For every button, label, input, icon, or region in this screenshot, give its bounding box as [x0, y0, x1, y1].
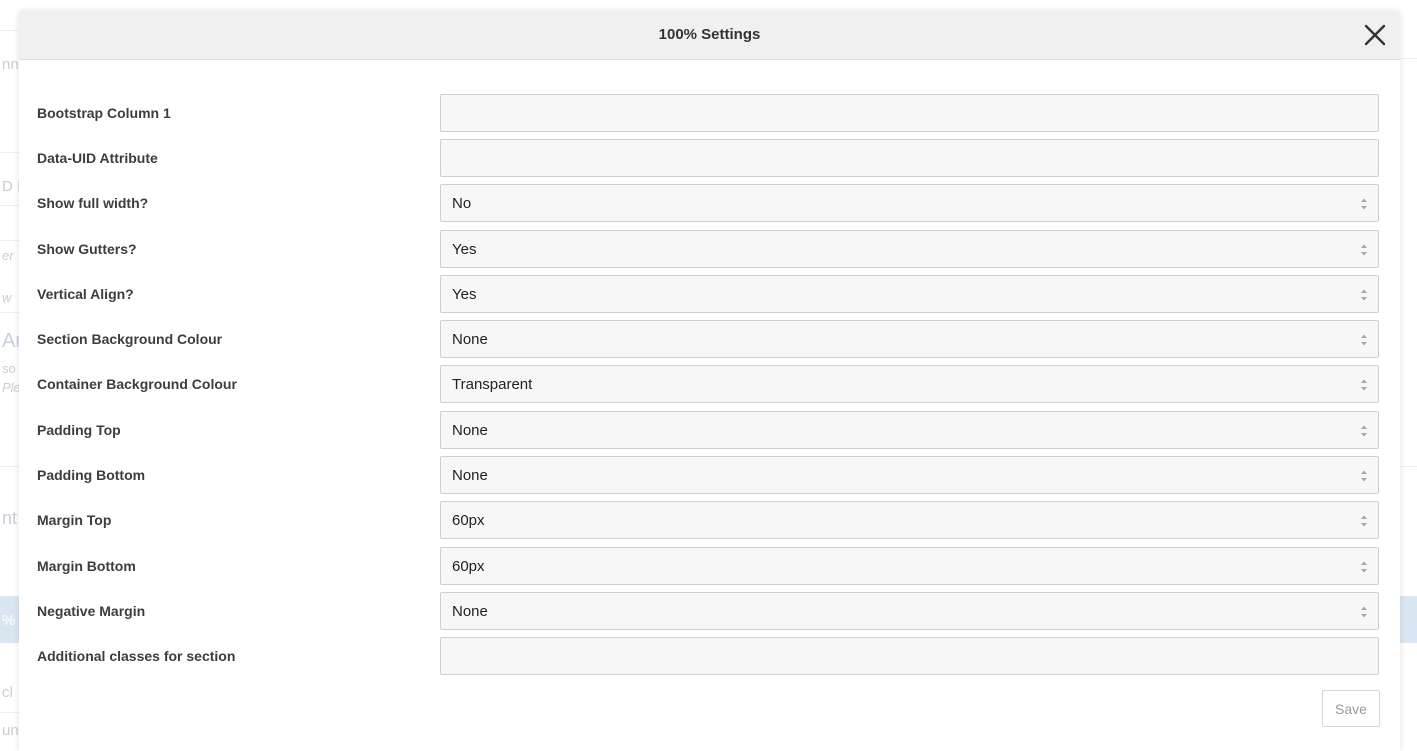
background-divider	[0, 240, 19, 241]
background-divider	[0, 152, 19, 153]
form-row-additional-classes: Additional classes for section	[19, 637, 1400, 677]
select-value: Yes	[452, 241, 477, 258]
select-value: Transparent	[452, 376, 533, 393]
field-label: Data-UID Attribute	[37, 150, 158, 166]
field-label: Show Gutters?	[37, 241, 137, 257]
select-value: None	[452, 422, 488, 439]
select-arrows-icon	[1361, 515, 1367, 527]
field-label: Padding Bottom	[37, 467, 146, 483]
background-text: w	[2, 290, 12, 305]
additional-classes-input[interactable]	[440, 637, 1379, 675]
show-full-width-select[interactable]: No	[440, 184, 1379, 222]
section-background-select[interactable]: None	[440, 320, 1379, 358]
form-row-vertical-align: Vertical Align? Yes	[19, 275, 1400, 315]
field-label: Container Background Colour	[37, 376, 237, 392]
close-icon	[1364, 24, 1386, 46]
form-row-show-gutters: Show Gutters? Yes	[19, 230, 1400, 270]
dialog-header: 100% Settings	[19, 11, 1400, 60]
form-row-margin-bottom: Margin Bottom 60px	[19, 547, 1400, 587]
vertical-align-select[interactable]: Yes	[440, 275, 1379, 313]
background-divider	[0, 466, 19, 467]
padding-top-select[interactable]: None	[440, 411, 1379, 449]
select-arrows-icon	[1361, 244, 1367, 256]
bootstrap-column-input[interactable]	[440, 94, 1379, 132]
select-value: No	[452, 195, 472, 212]
background-divider	[0, 712, 19, 713]
background-text: so	[2, 361, 16, 376]
form-row-show-full-width: Show full width? No	[19, 184, 1400, 224]
field-label: Margin Bottom	[37, 558, 136, 574]
select-arrows-icon	[1361, 198, 1367, 210]
field-label: Section Background Colour	[37, 331, 223, 347]
select-value: None	[452, 331, 488, 348]
field-label: Margin Top	[37, 512, 112, 528]
field-label: Additional classes for section	[37, 648, 236, 664]
select-value: Yes	[452, 286, 477, 303]
form-row-padding-top: Padding Top None	[19, 411, 1400, 451]
field-label: Padding Top	[37, 422, 121, 438]
select-arrows-icon	[1361, 606, 1367, 618]
field-label: Bootstrap Column 1	[37, 105, 171, 121]
form-row-section-background: Section Background Colour None	[19, 320, 1400, 360]
background-text: nt	[2, 508, 18, 528]
field-label: Vertical Align?	[37, 286, 134, 302]
margin-bottom-select[interactable]: 60px	[440, 547, 1379, 585]
background-text: un	[2, 722, 19, 739]
select-arrows-icon	[1361, 334, 1367, 346]
field-label: Show full width?	[37, 195, 149, 211]
background-divider	[0, 30, 19, 31]
form-row-bootstrap-column: Bootstrap Column 1	[19, 94, 1400, 134]
padding-bottom-select[interactable]: None	[440, 456, 1379, 494]
background-divider	[0, 312, 19, 313]
select-arrows-icon	[1361, 379, 1367, 391]
container-background-select[interactable]: Transparent	[440, 365, 1379, 403]
save-button[interactable]: Save	[1322, 690, 1380, 727]
bootstrap-column-field[interactable]	[441, 95, 1378, 131]
form-row-container-background: Container Background Colour Transparent	[19, 365, 1400, 405]
form-row-margin-top: Margin Top 60px	[19, 501, 1400, 541]
additional-classes-field[interactable]	[441, 638, 1378, 674]
background-text: cl	[2, 684, 13, 701]
select-value: None	[452, 467, 488, 484]
background-text: er	[2, 248, 14, 263]
negative-margin-select[interactable]: None	[440, 592, 1379, 630]
margin-top-select[interactable]: 60px	[440, 501, 1379, 539]
select-value: 60px	[452, 558, 485, 575]
background-text: Ple	[2, 380, 21, 395]
field-label: Negative Margin	[37, 603, 146, 619]
form-row-data-uid: Data-UID Attribute	[19, 139, 1400, 179]
form-row-padding-bottom: Padding Bottom None	[19, 456, 1400, 496]
data-uid-field[interactable]	[441, 140, 1378, 176]
settings-dialog: 100% Settings Bootstrap Column 1 Data-UI…	[19, 11, 1400, 751]
form-row-negative-margin: Negative Margin None	[19, 592, 1400, 632]
select-arrows-icon	[1361, 561, 1367, 573]
background-divider	[0, 205, 19, 206]
select-arrows-icon	[1361, 470, 1367, 482]
show-gutters-select[interactable]: Yes	[440, 230, 1379, 268]
background-text: %	[2, 612, 16, 629]
data-uid-input[interactable]	[440, 139, 1379, 177]
dialog-title: 100% Settings	[658, 26, 761, 43]
background-text: nn	[2, 56, 19, 73]
select-value: 60px	[452, 512, 485, 529]
close-button[interactable]	[1364, 24, 1386, 46]
select-arrows-icon	[1361, 425, 1367, 437]
select-arrows-icon	[1361, 289, 1367, 301]
select-value: None	[452, 603, 488, 620]
